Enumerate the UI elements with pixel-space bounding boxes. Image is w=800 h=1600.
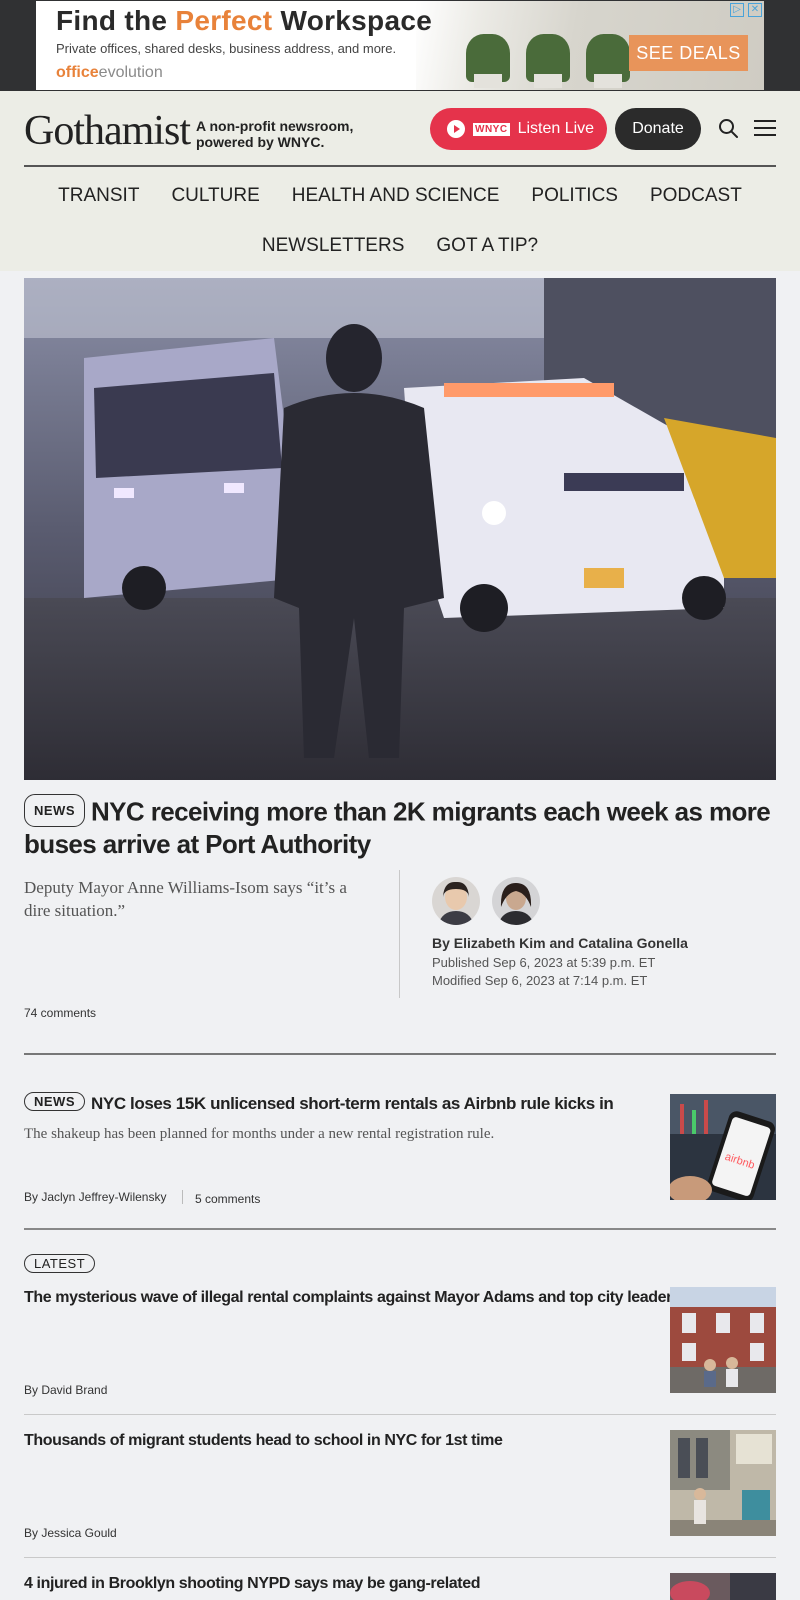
adchoices-icon[interactable]: ▷	[730, 3, 744, 17]
secondary-nav: NEWSLETTERS GOT A TIP?	[0, 235, 800, 257]
search-icon[interactable]	[718, 118, 738, 138]
primary-nav: TRANSIT CULTURE HEALTH AND SCIENCE POLIT…	[0, 185, 800, 207]
list-divider	[24, 1557, 776, 1558]
latest-tag[interactable]: LATEST	[24, 1254, 96, 1273]
ad-close-icon[interactable]: ✕	[748, 3, 762, 17]
site-header: Gothamist A non-profit newsroom, powered…	[0, 91, 800, 271]
news-tag[interactable]: NEWS	[24, 1092, 85, 1112]
latest-item-byline[interactable]: By Jessica Gould	[24, 1526, 117, 1540]
story-byline-airbnb[interactable]: By Jaclyn Jeffrey-Wilensky	[24, 1190, 166, 1204]
play-icon	[447, 120, 465, 138]
news-tag[interactable]: NEWS	[24, 794, 85, 827]
story-comments-airbnb[interactable]: 5 comments	[195, 1192, 260, 1206]
listen-live-label: Listen Live	[517, 120, 595, 137]
nav-item-health-and-science[interactable]: HEALTH AND SCIENCE	[292, 185, 500, 207]
latest-item-thumbnail[interactable]	[670, 1573, 776, 1600]
hamburger-menu-icon[interactable]	[754, 119, 776, 137]
latest-item-byline[interactable]: By David Brand	[24, 1383, 107, 1397]
donate-button[interactable]: Donate	[615, 108, 701, 150]
ad-title: Find the Perfect Workspace	[56, 5, 433, 36]
listen-live-button[interactable]: WNYC Listen Live	[430, 108, 607, 150]
latest-item-headline[interactable]: The mysterious wave of illegal rental co…	[24, 1289, 681, 1307]
wnyc-logo: WNYC	[473, 122, 510, 136]
lead-story-byline[interactable]: By Elizabeth Kim and Catalina Gonella	[432, 935, 688, 951]
ad-brand-logo: officeevolution	[56, 64, 163, 81]
latest-item-thumbnail[interactable]	[670, 1430, 776, 1536]
lead-story-image[interactable]	[24, 278, 776, 780]
ad-plant-image	[466, 34, 510, 88]
site-tagline: A non-profit newsroom, powered by WNYC.	[196, 118, 354, 150]
story-thumbnail-airbnb[interactable]: airbnb	[670, 1094, 776, 1200]
adchoices-controls: ▷ ✕	[702, 3, 762, 19]
story-headline-airbnb[interactable]: NEWS NYC loses 15K unlicensed short-term …	[24, 1092, 614, 1114]
list-divider	[24, 1414, 776, 1415]
ad-plant-image	[586, 34, 630, 88]
ad-see-deals-button[interactable]: SEE DEALS	[629, 35, 748, 71]
modified-date: Modified Sep 6, 2023 at 7:14 p.m. ET	[432, 973, 648, 988]
nav-item-podcast[interactable]: PODCAST	[650, 185, 742, 207]
nav-item-politics[interactable]: POLITICS	[531, 185, 618, 207]
section-divider	[24, 1053, 776, 1055]
lead-story-headline[interactable]: NEWS NYC receiving more than 2K migrants …	[24, 794, 776, 859]
gothamist-logo[interactable]: Gothamist	[24, 107, 191, 155]
ad-banner[interactable]: Find the Perfect Workspace Private offic…	[36, 1, 764, 90]
nav-item-got-a-tip[interactable]: GOT A TIP?	[436, 235, 538, 257]
latest-item-headline[interactable]: 4 injured in Brooklyn shooting NYPD says…	[24, 1575, 481, 1593]
header-divider	[24, 165, 776, 167]
story-dek-airbnb: The shakeup has been planned for months …	[24, 1126, 495, 1142]
author-avatar-catalina-gonella[interactable]	[492, 877, 540, 925]
byline-separator	[182, 1190, 183, 1204]
nav-item-transit[interactable]: TRANSIT	[58, 185, 139, 207]
latest-item-thumbnail[interactable]	[670, 1287, 776, 1393]
nav-item-culture[interactable]: CULTURE	[171, 185, 259, 207]
ad-banner-container: Find the Perfect Workspace Private offic…	[0, 0, 800, 91]
lead-story-dek: Deputy Mayor Anne Williams-Isom says “it…	[24, 878, 347, 920]
author-avatar-elizabeth-kim[interactable]	[432, 877, 480, 925]
ad-subtitle: Private offices, shared desks, business …	[56, 41, 397, 56]
ad-plant-image	[526, 34, 570, 88]
lead-story-divider	[399, 870, 400, 998]
latest-section-header: LATEST	[24, 1254, 96, 1273]
published-date: Published Sep 6, 2023 at 5:39 p.m. ET	[432, 955, 656, 970]
latest-item-headline[interactable]: Thousands of migrant students head to sc…	[24, 1432, 503, 1450]
lead-story-comments-link[interactable]: 74 comments	[24, 1006, 96, 1020]
section-divider	[24, 1228, 776, 1230]
nav-item-newsletters[interactable]: NEWSLETTERS	[262, 235, 405, 257]
